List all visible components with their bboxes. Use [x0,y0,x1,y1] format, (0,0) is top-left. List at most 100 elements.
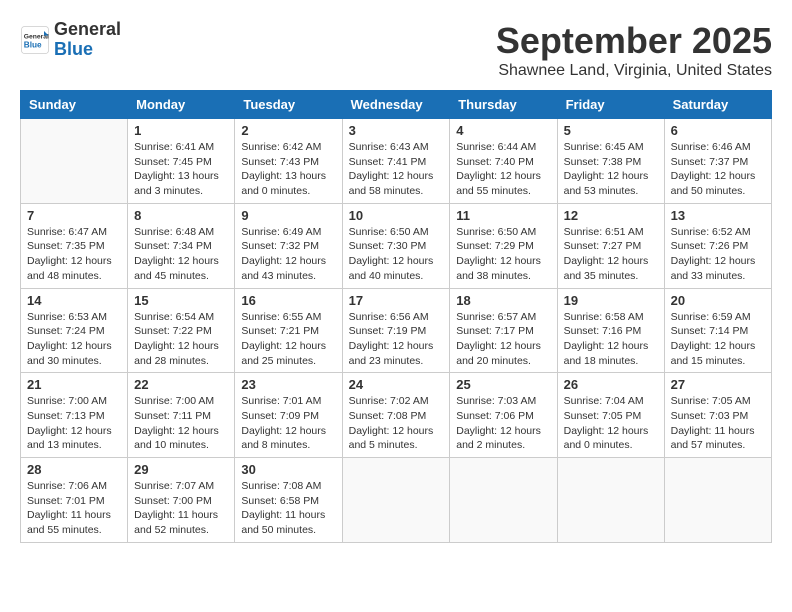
logo-icon: General Blue [20,25,50,55]
day-info: Sunrise: 7:01 AM Sunset: 7:09 PM Dayligh… [241,394,335,453]
calendar-cell: 30 Sunrise: 7:08 AM Sunset: 6:58 PM Dayli… [235,458,342,543]
day-info: Sunrise: 6:53 AM Sunset: 7:24 PM Dayligh… [27,310,121,369]
calendar-cell [557,458,664,543]
day-info: Sunrise: 6:51 AM Sunset: 7:27 PM Dayligh… [564,225,658,284]
day-number: 26 [564,377,658,392]
calendar-cell: 18Sunrise: 6:57 AM Sunset: 7:17 PM Dayli… [450,288,557,373]
day-info: Sunrise: 6:58 AM Sunset: 7:16 PM Dayligh… [564,310,658,369]
day-number: 29 [134,462,228,477]
calendar-cell: 1 Sunrise: 6:41 AM Sunset: 7:45 PM Daylig… [128,119,235,204]
calendar-cell: 14 Sunrise: 6:53 AM Sunset: 7:24 PM Dayli… [21,288,128,373]
calendar-cell [342,458,450,543]
day-info: Sunrise: 6:54 AM Sunset: 7:22 PM Dayligh… [134,310,228,369]
calendar-cell: 19 Sunrise: 6:58 AM Sunset: 7:16 PM Dayli… [557,288,664,373]
day-info: Sunrise: 6:55 AM Sunset: 7:21 PM Dayligh… [241,310,335,369]
day-info: Sunrise: 6:50 AM Sunset: 7:30 PM Dayligh… [349,225,444,284]
day-info: Sunrise: 7:07 AM Sunset: 7:00 PM Dayligh… [134,479,228,538]
day-number: 3 [349,123,444,138]
day-info: Sunrise: 7:00 AM Sunset: 7:11 PM Dayligh… [134,394,228,453]
day-info: Sunrise: 6:42 AM Sunset: 7:43 PM Dayligh… [241,140,335,199]
day-number: 1 [134,123,228,138]
calendar-cell: 24 Sunrise: 7:02 AM Sunset: 7:08 PM Dayli… [342,373,450,458]
day-info: Sunrise: 6:50 AM Sunset: 7:29 PM Dayligh… [456,225,550,284]
calendar-cell: 7Sunrise: 6:47 AM Sunset: 7:35 PM Daylig… [21,203,128,288]
day-info: Sunrise: 6:47 AM Sunset: 7:35 PM Dayligh… [27,225,121,284]
day-number: 20 [671,293,765,308]
day-number: 19 [564,293,658,308]
column-header-monday: Monday [128,91,235,119]
calendar-week-1: 7Sunrise: 6:47 AM Sunset: 7:35 PM Daylig… [21,203,772,288]
day-number: 12 [564,208,658,223]
day-number: 28 [27,462,121,477]
day-number: 24 [349,377,444,392]
day-number: 13 [671,208,765,223]
column-header-tuesday: Tuesday [235,91,342,119]
day-number: 4 [456,123,550,138]
column-header-sunday: Sunday [21,91,128,119]
day-number: 21 [27,377,121,392]
day-info: Sunrise: 6:46 AM Sunset: 7:37 PM Dayligh… [671,140,765,199]
calendar-cell [450,458,557,543]
column-header-thursday: Thursday [450,91,557,119]
column-header-saturday: Saturday [664,91,771,119]
day-info: Sunrise: 6:45 AM Sunset: 7:38 PM Dayligh… [564,140,658,199]
logo-blue: Blue [54,40,121,60]
calendar-cell [21,119,128,204]
calendar-cell: 3 Sunrise: 6:43 AM Sunset: 7:41 PM Daylig… [342,119,450,204]
day-number: 9 [241,208,335,223]
calendar-cell: 5 Sunrise: 6:45 AM Sunset: 7:38 PM Daylig… [557,119,664,204]
day-number: 25 [456,377,550,392]
column-header-friday: Friday [557,91,664,119]
calendar-cell: 12 Sunrise: 6:51 AM Sunset: 7:27 PM Dayli… [557,203,664,288]
day-number: 8 [134,208,228,223]
calendar-cell: 27 Sunrise: 7:05 AM Sunset: 7:03 PM Dayli… [664,373,771,458]
day-number: 23 [241,377,335,392]
day-info: Sunrise: 6:52 AM Sunset: 7:26 PM Dayligh… [671,225,765,284]
day-number: 22 [134,377,228,392]
calendar-cell: 28 Sunrise: 7:06 AM Sunset: 7:01 PM Dayli… [21,458,128,543]
month-title: September 2025 [496,20,772,62]
day-info: Sunrise: 6:57 AM Sunset: 7:17 PM Dayligh… [456,310,550,369]
calendar-cell: 29 Sunrise: 7:07 AM Sunset: 7:00 PM Dayli… [128,458,235,543]
calendar-cell: 21 Sunrise: 7:00 AM Sunset: 7:13 PM Dayli… [21,373,128,458]
calendar-cell: 26 Sunrise: 7:04 AM Sunset: 7:05 PM Dayli… [557,373,664,458]
day-number: 11 [456,208,550,223]
day-info: Sunrise: 6:43 AM Sunset: 7:41 PM Dayligh… [349,140,444,199]
calendar-week-3: 21 Sunrise: 7:00 AM Sunset: 7:13 PM Dayli… [21,373,772,458]
calendar-cell: 20Sunrise: 6:59 AM Sunset: 7:14 PM Dayli… [664,288,771,373]
day-number: 2 [241,123,335,138]
day-info: Sunrise: 6:41 AM Sunset: 7:45 PM Dayligh… [134,140,228,199]
day-number: 5 [564,123,658,138]
calendar-cell: 23 Sunrise: 7:01 AM Sunset: 7:09 PM Dayli… [235,373,342,458]
calendar-cell: 16 Sunrise: 6:55 AM Sunset: 7:21 PM Dayli… [235,288,342,373]
day-info: Sunrise: 7:04 AM Sunset: 7:05 PM Dayligh… [564,394,658,453]
calendar-week-2: 14 Sunrise: 6:53 AM Sunset: 7:24 PM Dayli… [21,288,772,373]
day-number: 17 [349,293,444,308]
day-info: Sunrise: 7:03 AM Sunset: 7:06 PM Dayligh… [456,394,550,453]
day-info: Sunrise: 7:08 AM Sunset: 6:58 PM Dayligh… [241,479,335,538]
calendar-cell: 22 Sunrise: 7:00 AM Sunset: 7:11 PM Dayli… [128,373,235,458]
day-number: 16 [241,293,335,308]
calendar-cell: 6 Sunrise: 6:46 AM Sunset: 7:37 PM Daylig… [664,119,771,204]
location: Shawnee Land, Virginia, United States [496,62,772,80]
day-info: Sunrise: 7:00 AM Sunset: 7:13 PM Dayligh… [27,394,121,453]
day-number: 27 [671,377,765,392]
calendar-cell: 25 Sunrise: 7:03 AM Sunset: 7:06 PM Dayli… [450,373,557,458]
day-number: 15 [134,293,228,308]
svg-text:Blue: Blue [24,40,42,49]
calendar-cell: 10Sunrise: 6:50 AM Sunset: 7:30 PM Dayli… [342,203,450,288]
day-info: Sunrise: 7:06 AM Sunset: 7:01 PM Dayligh… [27,479,121,538]
day-info: Sunrise: 7:05 AM Sunset: 7:03 PM Dayligh… [671,394,765,453]
day-number: 6 [671,123,765,138]
day-number: 30 [241,462,335,477]
day-info: Sunrise: 6:49 AM Sunset: 7:32 PM Dayligh… [241,225,335,284]
day-info: Sunrise: 7:02 AM Sunset: 7:08 PM Dayligh… [349,394,444,453]
calendar-cell: 17 Sunrise: 6:56 AM Sunset: 7:19 PM Dayli… [342,288,450,373]
day-number: 14 [27,293,121,308]
calendar-cell: 11 Sunrise: 6:50 AM Sunset: 7:29 PM Dayli… [450,203,557,288]
calendar-cell: 9 Sunrise: 6:49 AM Sunset: 7:32 PM Daylig… [235,203,342,288]
day-info: Sunrise: 6:56 AM Sunset: 7:19 PM Dayligh… [349,310,444,369]
calendar-cell: 13 Sunrise: 6:52 AM Sunset: 7:26 PM Dayli… [664,203,771,288]
calendar-cell: 4 Sunrise: 6:44 AM Sunset: 7:40 PM Daylig… [450,119,557,204]
day-info: Sunrise: 6:44 AM Sunset: 7:40 PM Dayligh… [456,140,550,199]
